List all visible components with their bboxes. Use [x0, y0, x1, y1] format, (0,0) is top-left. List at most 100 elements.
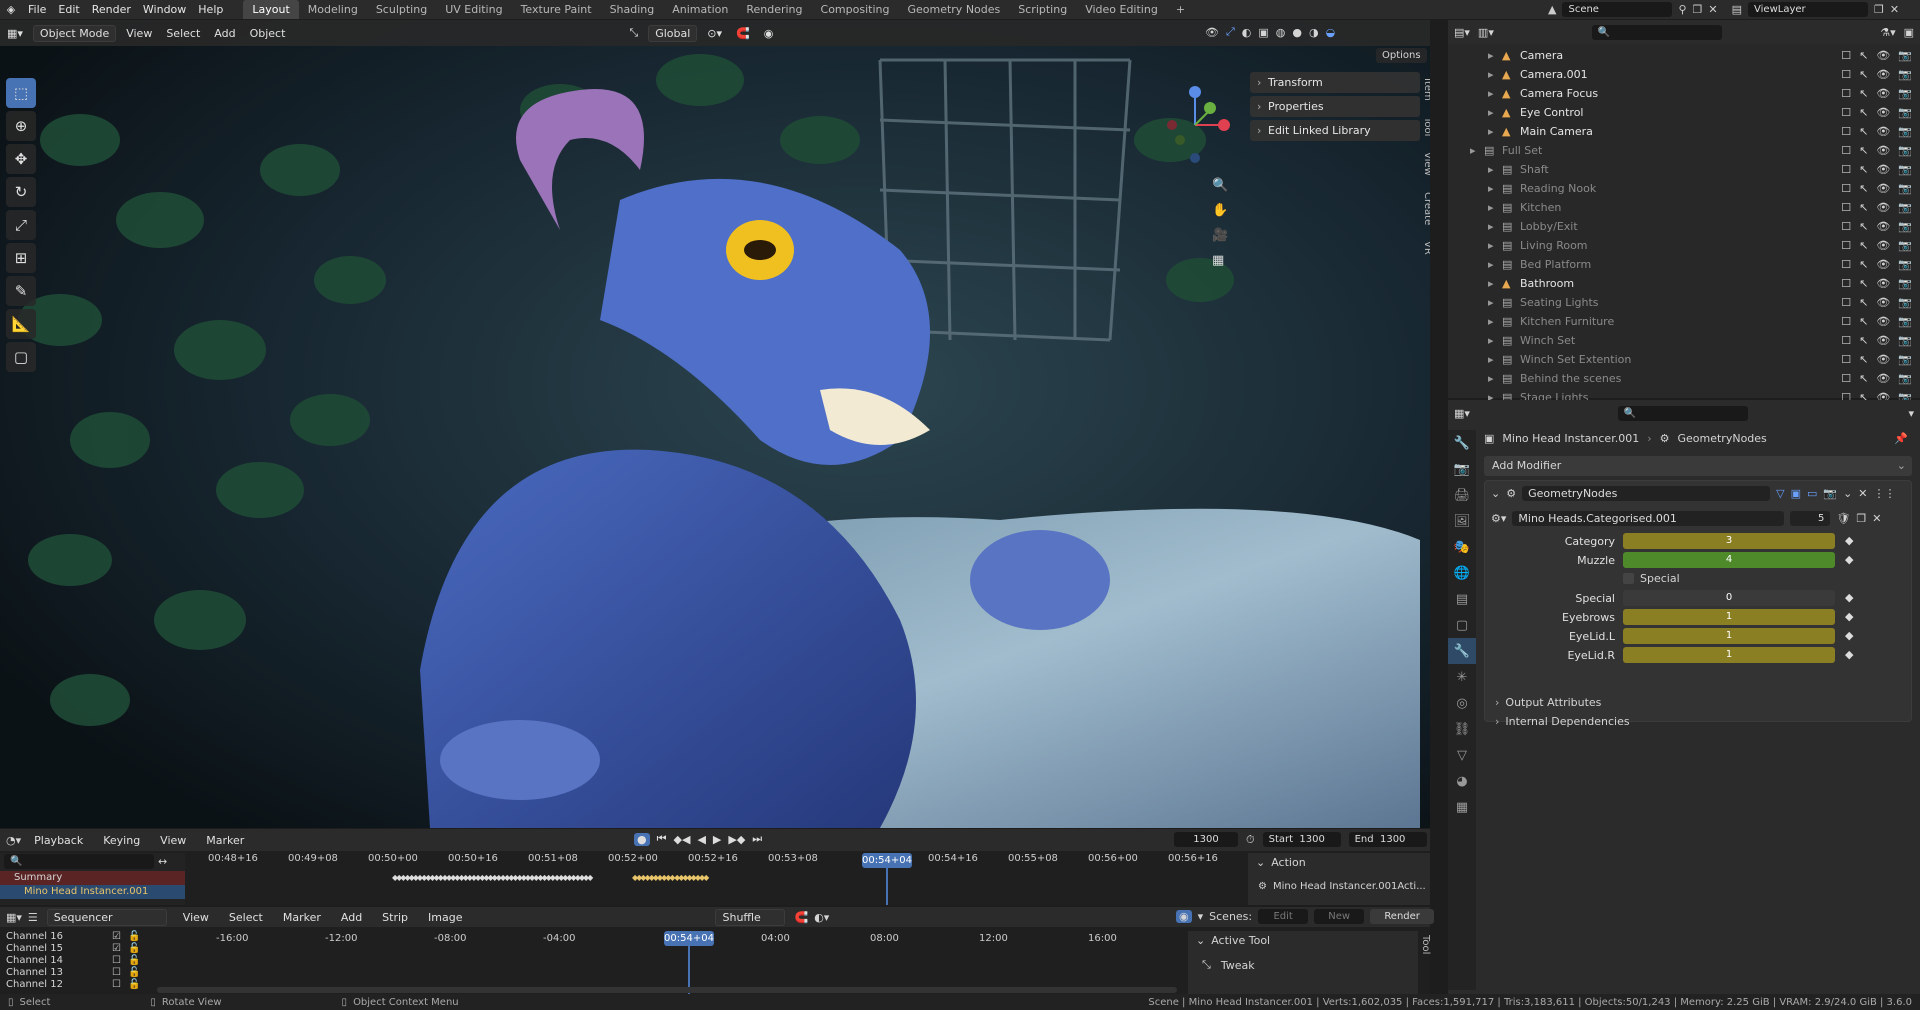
select-arrow-icon[interactable]: ↖ — [1859, 163, 1868, 176]
snap-icon[interactable]: 🧲 — [729, 27, 757, 40]
edit-mode-toggle-icon[interactable]: ▽ — [1776, 487, 1784, 500]
outliner-toggles[interactable]: ☐ ↖ 👁 📷 — [1841, 68, 1912, 81]
value-slider[interactable]: 1 — [1623, 647, 1835, 663]
physics-tab-icon[interactable]: ◎ — [1448, 690, 1476, 716]
expand-arrow-icon[interactable]: ▸ — [1488, 49, 1502, 62]
perspective-grid-icon[interactable]: ▦ — [1212, 253, 1228, 268]
cursor-icon[interactable]: ⊕ — [6, 111, 36, 141]
exclude-checkbox-icon[interactable]: ☐ — [1841, 315, 1851, 328]
select-arrow-icon[interactable]: ↖ — [1859, 258, 1868, 271]
outliner-row[interactable]: ▸ ▤ Full Set ☐ ↖ 👁 📷 — [1448, 141, 1920, 160]
camera-icon[interactable]: 📷 — [1898, 372, 1912, 385]
camera-icon[interactable]: 📷 — [1898, 201, 1912, 214]
select-arrow-icon[interactable]: ↖ — [1859, 372, 1868, 385]
eye-icon[interactable]: 👁 — [1876, 239, 1890, 252]
keyframe-track[interactable]: ◆◆◆◆◆◆◆◆◆◆◆◆◆◆◆◆◆◆◆◆◆◆◆◆◆◆◆◆◆◆◆◆◆◆◆◆◆◆◆◆… — [392, 873, 632, 881]
camera-icon[interactable]: 📷 — [1898, 334, 1912, 347]
panel-transform[interactable]: Transform — [1250, 72, 1420, 93]
tab-compositing[interactable]: Compositing — [812, 0, 899, 19]
tab-modeling[interactable]: Modeling — [299, 0, 367, 19]
select-arrow-icon[interactable]: ↖ — [1859, 277, 1868, 290]
edit-scene-button[interactable]: Edit — [1258, 909, 1309, 924]
eye-icon[interactable]: 👁 — [1876, 372, 1890, 385]
add-modifier-button[interactable]: Add Modifier ⌄ — [1484, 456, 1912, 476]
blender-logo-icon[interactable]: ◈ — [0, 3, 22, 16]
value-slider[interactable]: 3 — [1623, 533, 1835, 549]
properties-search-input[interactable]: 🔍 — [1617, 405, 1748, 421]
object-channel[interactable]: Mino Head Instancer.001 — [0, 885, 185, 899]
lock-icon[interactable]: 🔓 — [128, 943, 140, 955]
node-tree-icon[interactable]: ⚙▾ — [1491, 512, 1506, 525]
outliner-toggles[interactable]: ☐ ↖ 👁 📷 — [1841, 353, 1912, 366]
exclude-checkbox-icon[interactable]: ☐ — [1841, 334, 1851, 347]
outliner-toggles[interactable]: ☐ ↖ 👁 📷 — [1841, 182, 1912, 195]
outliner-row[interactable]: ▸ ▤ Winch Set ☐ ↖ 👁 📷 — [1448, 331, 1920, 350]
drag-handle-icon[interactable]: ⋮⋮ — [1874, 487, 1896, 500]
outliner-toggles[interactable]: ☐ ↖ 👁 📷 — [1841, 49, 1912, 62]
outliner-type-icon[interactable]: ▤▾ — [1454, 26, 1470, 39]
checkbox-icon[interactable] — [1623, 573, 1634, 584]
tab-layout[interactable]: Layout — [243, 0, 299, 19]
eye-icon[interactable]: 👁 — [1876, 220, 1890, 233]
outliner-row[interactable]: ▸ ▤ Bed Platform ☐ ↖ 👁 📷 — [1448, 255, 1920, 274]
lock-icon[interactable]: 🔓 — [128, 979, 140, 991]
duplicate-icon[interactable]: ❐ — [1856, 512, 1866, 525]
camera-icon[interactable]: 📷 — [1898, 125, 1912, 138]
add-cube-icon[interactable]: ▢ — [6, 342, 36, 372]
expand-arrow-icon[interactable]: ▸ — [1488, 277, 1502, 290]
view-layer-tab-icon[interactable]: 🖼 — [1448, 508, 1476, 534]
outliner-row[interactable]: ▸ ▲ Camera Focus ☐ ↖ 👁 📷 — [1448, 84, 1920, 103]
exclude-checkbox-icon[interactable]: ☐ — [1841, 87, 1851, 100]
outliner-row[interactable]: ▸ ▲ Bathroom ☐ ↖ 👁 📷 — [1448, 274, 1920, 293]
outliner-toggles[interactable]: ☐ ↖ 👁 📷 — [1841, 163, 1912, 176]
value-slider[interactable]: 4 — [1623, 552, 1835, 568]
modifier-tab-icon[interactable]: 🔧 — [1448, 638, 1476, 664]
outliner-row[interactable]: ▸ ▤ Kitchen ☐ ↖ 👁 📷 — [1448, 198, 1920, 217]
modifier-name-input[interactable]: GeometryNodes — [1522, 485, 1771, 501]
add-workspace-icon[interactable]: + — [1167, 0, 1194, 19]
menu-file[interactable]: File — [22, 3, 52, 16]
properties-type-icon[interactable]: ▦▾ — [1454, 407, 1470, 420]
exclude-checkbox-icon[interactable]: ☐ — [1841, 258, 1851, 271]
options-button[interactable]: Options — [1376, 48, 1427, 63]
expand-arrow-icon[interactable]: ▸ — [1488, 106, 1502, 119]
exclude-checkbox-icon[interactable]: ☐ — [1841, 296, 1851, 309]
outliner-toggles[interactable]: ☐ ↖ 👁 📷 — [1841, 144, 1912, 157]
eye-icon[interactable]: 👁 — [1876, 144, 1890, 157]
menu-seq-image[interactable]: Image — [421, 911, 469, 924]
object-tab-icon[interactable]: ▢ — [1448, 612, 1476, 638]
zoom-icon[interactable]: 🔍 — [1212, 178, 1228, 193]
rendered-shading-icon[interactable]: ◒ — [1326, 26, 1336, 39]
eye-icon[interactable]: 👁 — [1876, 106, 1890, 119]
outliner-toggles[interactable]: ☐ ↖ 👁 📷 — [1841, 258, 1912, 271]
camera-view-icon[interactable]: 🎥 — [1212, 228, 1228, 243]
menu-seq-marker[interactable]: Marker — [276, 911, 328, 924]
camera-icon[interactable]: 📷 — [1898, 277, 1912, 290]
navigation-gizmo[interactable] — [1160, 80, 1230, 180]
channel-row[interactable]: Channel 13 ☐ 🔓 — [6, 967, 146, 979]
outliner-toggles[interactable]: ☐ ↖ 👁 📷 — [1841, 125, 1912, 138]
wireframe-shading-icon[interactable]: ◍ — [1276, 26, 1286, 39]
tab-item[interactable]: Item — [1422, 78, 1430, 101]
modifier-menu-icon[interactable]: ⌄ — [1843, 487, 1852, 500]
expand-arrow-icon[interactable]: ▸ — [1488, 296, 1502, 309]
tab-tool[interactable]: Tool — [1422, 117, 1430, 136]
camera-icon[interactable]: 📷 — [1898, 220, 1912, 233]
tweak-label[interactable]: Tweak — [1221, 959, 1255, 972]
expand-arrow-icon[interactable]: ▸ — [1488, 220, 1502, 233]
mute-checkbox-icon[interactable]: ☐ — [112, 967, 121, 979]
new-layer-icon[interactable]: ❐ — [1874, 3, 1884, 16]
keyframe-diamond-icon[interactable]: ◆ — [1845, 629, 1853, 642]
select-arrow-icon[interactable]: ↖ — [1859, 125, 1868, 138]
keyframe-diamond-icon[interactable]: ◆ — [1845, 610, 1853, 623]
channel-row[interactable]: Channel 15 ☑ 🔓 — [6, 943, 146, 955]
outliner-row[interactable]: ▸ ▤ Living Room ☐ ↖ 👁 📷 — [1448, 236, 1920, 255]
eye-icon[interactable]: 👁 — [1876, 125, 1890, 138]
menu-add[interactable]: Add — [207, 27, 242, 40]
expand-arrow-icon[interactable]: ▸ — [1488, 258, 1502, 271]
expand-arrow-icon[interactable]: ▸ — [1488, 353, 1502, 366]
particles-tab-icon[interactable]: ✳ — [1448, 664, 1476, 690]
new-collection-icon[interactable]: ▣ — [1904, 26, 1914, 39]
select-arrow-icon[interactable]: ↖ — [1859, 68, 1868, 81]
channel-search-input[interactable]: 🔍 — [4, 853, 154, 869]
